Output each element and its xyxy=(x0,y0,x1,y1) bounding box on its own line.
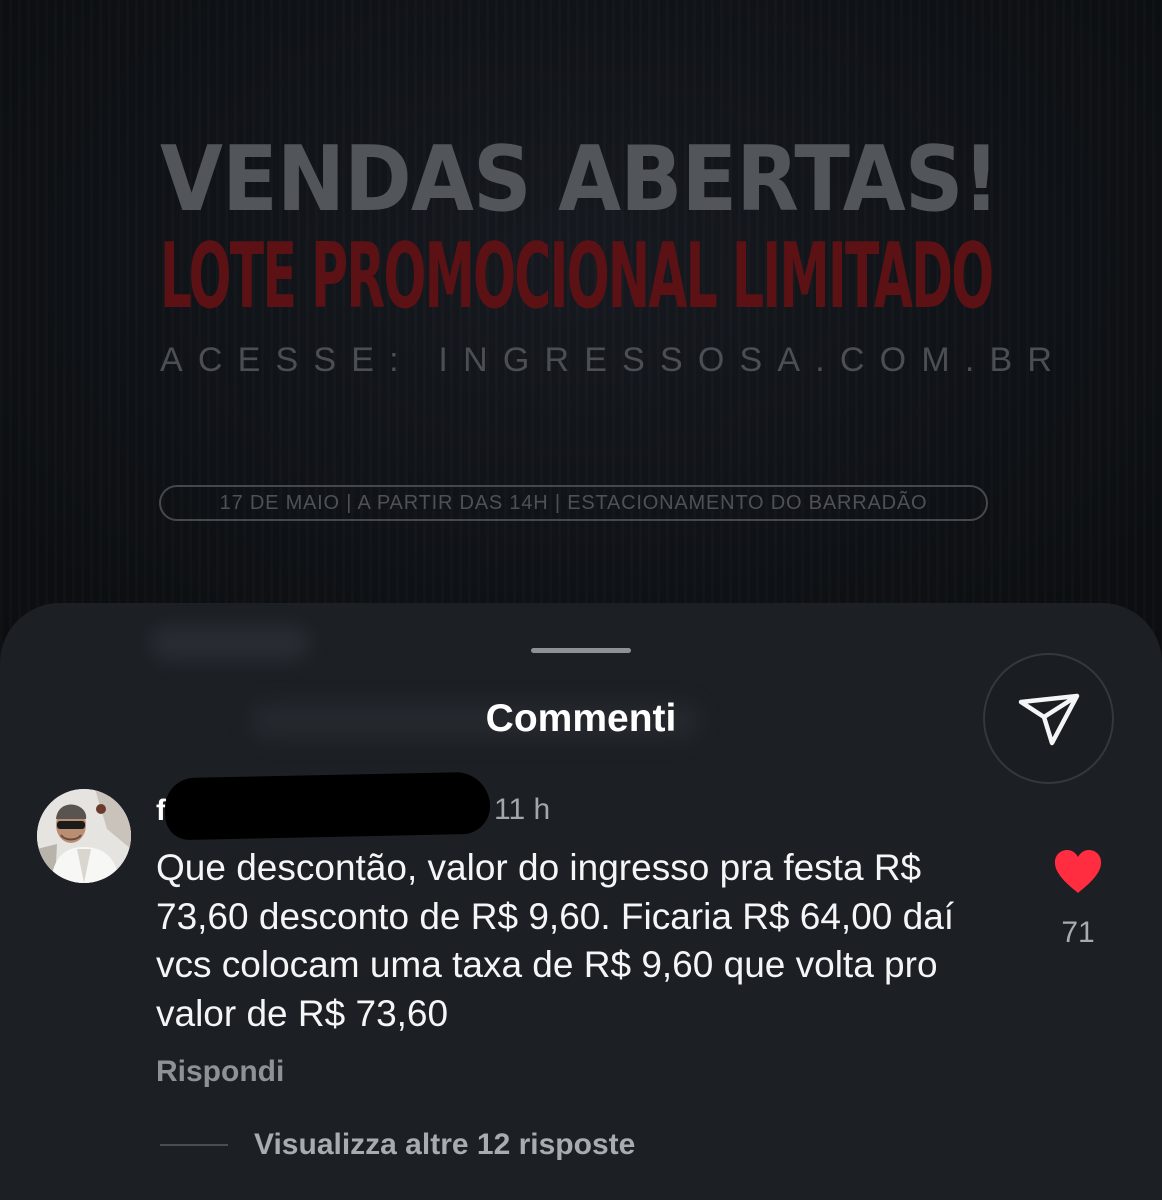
comments-sheet: Commenti f 11 h Que descontão, valor do … xyxy=(0,603,1162,1200)
comment-text: Que descontão, valor do ingresso pra fes… xyxy=(156,847,955,1034)
poster-url: ACESSE: INGRESSOSA.COM.BR xyxy=(160,341,1068,379)
comment-timestamp: 11 h xyxy=(494,793,551,826)
like-button[interactable] xyxy=(1053,849,1103,895)
view-replies-button[interactable]: Visualizza altre 12 risposte xyxy=(160,1123,635,1167)
avatar-image xyxy=(37,789,131,883)
redaction-mark xyxy=(164,771,491,841)
like-count: 71 xyxy=(1061,916,1095,949)
view-replies-label[interactable]: Visualizza altre 12 risposte xyxy=(254,1128,635,1162)
poster-texture xyxy=(0,0,1162,660)
reply-button[interactable]: Rispondi xyxy=(156,1055,284,1089)
poster-subheadline: LOTE PROMOCIONAL LIMITADO xyxy=(160,224,994,329)
replies-divider-line xyxy=(160,1144,228,1146)
share-button[interactable] xyxy=(983,653,1114,784)
avatar[interactable] xyxy=(37,789,131,883)
poster-event-info: 17 DE MAIO | A PARTIR DAS 14H | ESTACION… xyxy=(159,485,988,521)
post-image: VENDAS ABERTAS! LOTE PROMOCIONAL LIMITAD… xyxy=(0,0,1162,660)
poster-headline: VENDAS ABERTAS! xyxy=(160,127,1000,232)
heart-icon xyxy=(1054,850,1102,893)
paper-plane-icon xyxy=(1018,693,1079,745)
blurred-background-element xyxy=(150,625,310,661)
sheet-drag-handle[interactable] xyxy=(531,648,631,653)
